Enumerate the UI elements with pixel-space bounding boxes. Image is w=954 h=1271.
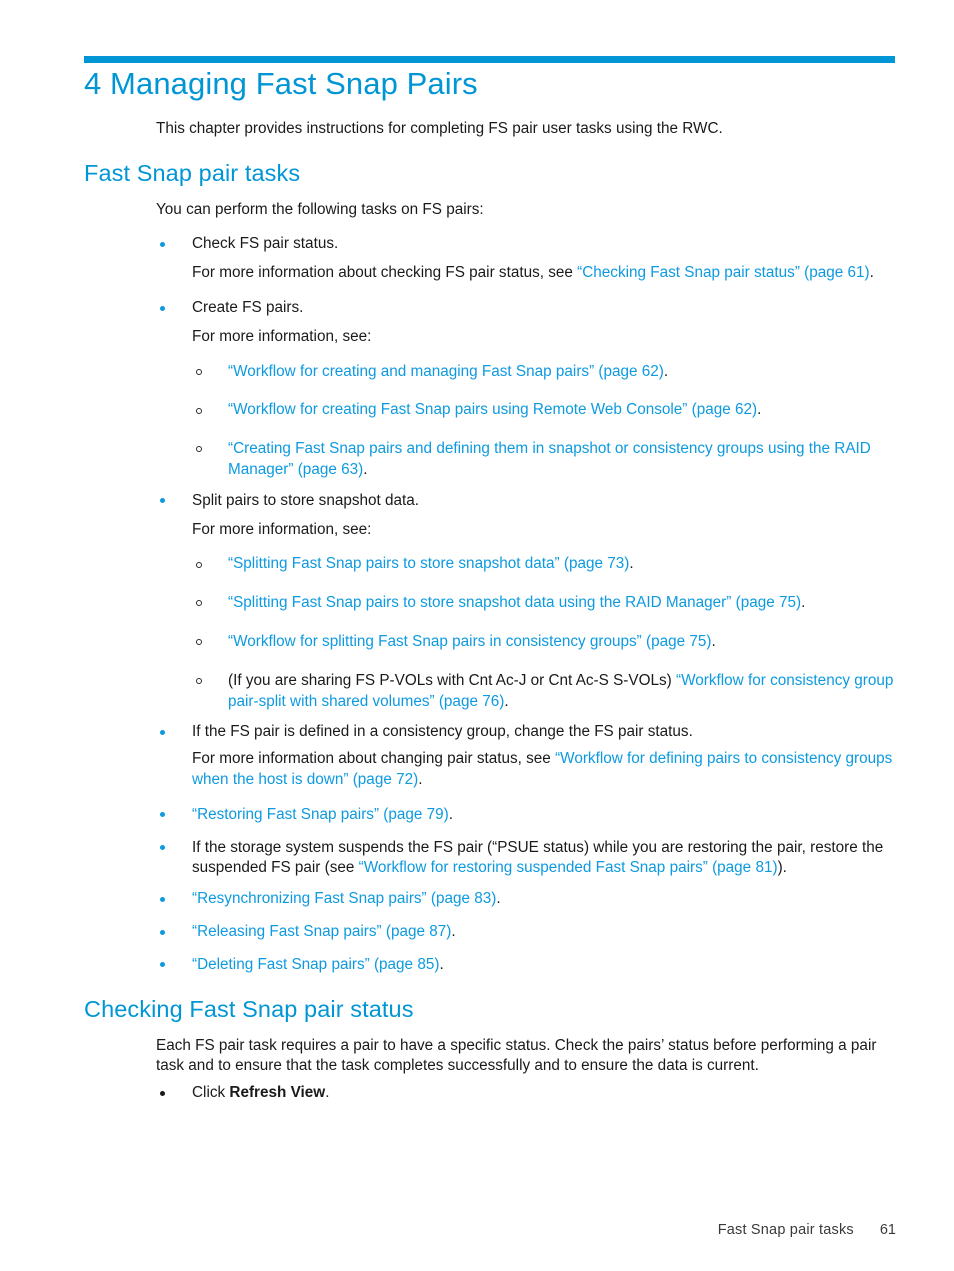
- sub-list-item: “Creating Fast Snap pairs and defining t…: [192, 439, 896, 481]
- xref-link-deleting-fast-snap-pairs[interactable]: “Deleting Fast Snap pairs” (page 85): [192, 956, 439, 973]
- footer-section-label: Fast Snap pair tasks: [717, 1222, 854, 1238]
- chapter-intro-paragraph: This chapter provides instructions for c…: [156, 119, 723, 137]
- page-footer: Fast Snap pair tasks 61: [84, 1222, 896, 1238]
- sub-list: “Workflow for creating and managing Fast…: [192, 362, 896, 481]
- list-item-label: Create FS pairs.: [192, 298, 304, 316]
- list-item-detail: For more information about checking FS p…: [192, 263, 896, 284]
- sub-bullet-icon: [196, 678, 202, 685]
- sub-list-item: “Workflow for creating Fast Snap pairs u…: [192, 400, 896, 421]
- list-item: “Deleting Fast Snap pairs” (page 85).: [84, 955, 896, 976]
- sub-bullet-icon: [196, 446, 202, 453]
- list-item: If the storage system suspends the FS pa…: [84, 838, 896, 880]
- step-text-prefix: Click: [192, 1084, 230, 1102]
- detail-text-prefix: For more information about checking FS p…: [192, 264, 578, 282]
- sub-list-item: “Workflow for creating and managing Fast…: [192, 362, 896, 383]
- section-heading-fast-snap-pair-tasks: Fast Snap pair tasks: [84, 160, 301, 187]
- sub-list-item: “Workflow for splitting Fast Snap pairs …: [192, 632, 896, 653]
- bullet-icon: [160, 845, 165, 851]
- bullet-icon: [160, 305, 165, 311]
- sub-list-item: (If you are sharing FS P-VOLs with Cnt A…: [192, 671, 896, 713]
- refresh-view-label: Refresh View: [229, 1084, 326, 1102]
- list-item: Split pairs to store snapshot data. For …: [84, 491, 896, 713]
- list-item-label: Check FS pair status.: [192, 235, 339, 253]
- section-intro-paragraph: You can perform the following tasks on F…: [156, 200, 484, 218]
- step-text-suffix: .: [325, 1084, 330, 1102]
- sub-bullet-icon: [196, 639, 202, 646]
- list-item: “Resynchronizing Fast Snap pairs” (page …: [84, 889, 896, 910]
- sub-item-suffix: .: [757, 401, 762, 419]
- bullet-icon: [160, 962, 165, 968]
- bullet-icon: [160, 242, 165, 247]
- sub-item-suffix: .: [801, 594, 806, 612]
- bullet-icon: [160, 896, 165, 902]
- list-item-detail: For more information, see:: [192, 327, 372, 345]
- sub-bullet-icon: [196, 368, 202, 375]
- xref-link-splitting-raid-manager[interactable]: “Splitting Fast Snap pairs to store snap…: [228, 594, 801, 611]
- sub-item-prefix: (If you are sharing FS P-VOLs with Cnt A…: [228, 671, 677, 689]
- steps-list: Click Refresh View.: [84, 1083, 896, 1104]
- xref-link-workflow-splitting-consistency-groups[interactable]: “Workflow for splitting Fast Snap pairs …: [228, 633, 711, 650]
- sub-item-suffix: .: [629, 555, 634, 573]
- xref-link-workflow-creating-rwc[interactable]: “Workflow for creating Fast Snap pairs u…: [228, 401, 757, 418]
- detail-text-prefix: For more information about changing pair…: [192, 750, 556, 768]
- xref-link-restoring-fast-snap-pairs[interactable]: “Restoring Fast Snap pairs” (page 79): [192, 806, 449, 823]
- page-title: 4 Managing Fast Snap Pairs: [84, 66, 478, 101]
- sub-list-item: “Splitting Fast Snap pairs to store snap…: [192, 593, 896, 614]
- footer-page-number: 61: [879, 1222, 896, 1238]
- list-item-suffix: .: [439, 955, 444, 973]
- bullet-icon: [160, 1090, 165, 1096]
- sub-item-suffix: .: [711, 632, 716, 650]
- list-item-suffix: ).: [777, 859, 787, 877]
- sub-item-suffix: .: [363, 460, 368, 478]
- tasks-list: Check FS pair status. For more informati…: [84, 234, 896, 975]
- section-intro-paragraph: Each FS pair task requires a pair to hav…: [156, 1036, 877, 1075]
- bullet-icon: [160, 498, 165, 504]
- xref-link-releasing-fast-snap-pairs[interactable]: “Releasing Fast Snap pairs” (page 87): [192, 923, 451, 940]
- section-heading-checking-fast-snap-pair-status: Checking Fast Snap pair status: [84, 996, 414, 1023]
- detail-text-suffix: .: [418, 770, 423, 788]
- list-item-suffix: .: [448, 805, 454, 823]
- xref-link-resynchronizing-fast-snap-pairs[interactable]: “Resynchronizing Fast Snap pairs” (page …: [192, 890, 496, 907]
- detail-text-suffix: .: [869, 264, 874, 282]
- list-item: Check FS pair status. For more informati…: [84, 234, 896, 284]
- bullet-icon: [160, 729, 165, 735]
- sub-list: “Splitting Fast Snap pairs to store snap…: [192, 554, 896, 712]
- xref-link-splitting-store-snapshot[interactable]: “Splitting Fast Snap pairs to store snap…: [228, 555, 629, 572]
- sub-list-item: “Splitting Fast Snap pairs to store snap…: [192, 554, 896, 575]
- page-content: 4 Managing Fast Snap Pairs This chapter …: [84, 66, 896, 1104]
- sub-item-suffix: .: [504, 692, 509, 710]
- bullet-icon: [160, 929, 165, 935]
- sub-item-suffix: .: [663, 362, 669, 380]
- xref-link-creating-defining-raid-manager[interactable]: “Creating Fast Snap pairs and defining t…: [228, 440, 871, 478]
- list-item-label: Split pairs to store snapshot data.: [192, 491, 420, 509]
- list-item-suffix: .: [496, 890, 501, 908]
- document-page: 4 Managing Fast Snap Pairs This chapter …: [0, 0, 954, 1271]
- sub-bullet-icon: [196, 600, 202, 607]
- list-item: Click Refresh View.: [84, 1083, 896, 1104]
- list-item: If the FS pair is defined in a consisten…: [84, 722, 896, 790]
- list-item-detail: For more information, see:: [192, 520, 372, 538]
- bullet-icon: [160, 812, 165, 818]
- list-item: “Releasing Fast Snap pairs” (page 87).: [84, 922, 896, 943]
- list-item-detail: For more information about changing pair…: [192, 749, 896, 791]
- list-item: “Restoring Fast Snap pairs” (page 79).: [84, 805, 896, 826]
- list-item-suffix: .: [451, 922, 456, 940]
- list-item-label: If the FS pair is defined in a consisten…: [192, 723, 693, 741]
- sub-bullet-icon: [196, 407, 202, 414]
- xref-link-workflow-creating-managing[interactable]: “Workflow for creating and managing Fast…: [228, 363, 664, 380]
- xref-link-workflow-restoring-suspended[interactable]: “Workflow for restoring suspended Fast S…: [359, 859, 778, 876]
- list-item: Create FS pairs. For more information, s…: [84, 298, 896, 481]
- xref-link-checking-fast-snap-pair-status[interactable]: “Checking Fast Snap pair status” (page 6…: [577, 264, 870, 281]
- sub-bullet-icon: [196, 561, 202, 568]
- header-rule: [84, 56, 895, 63]
